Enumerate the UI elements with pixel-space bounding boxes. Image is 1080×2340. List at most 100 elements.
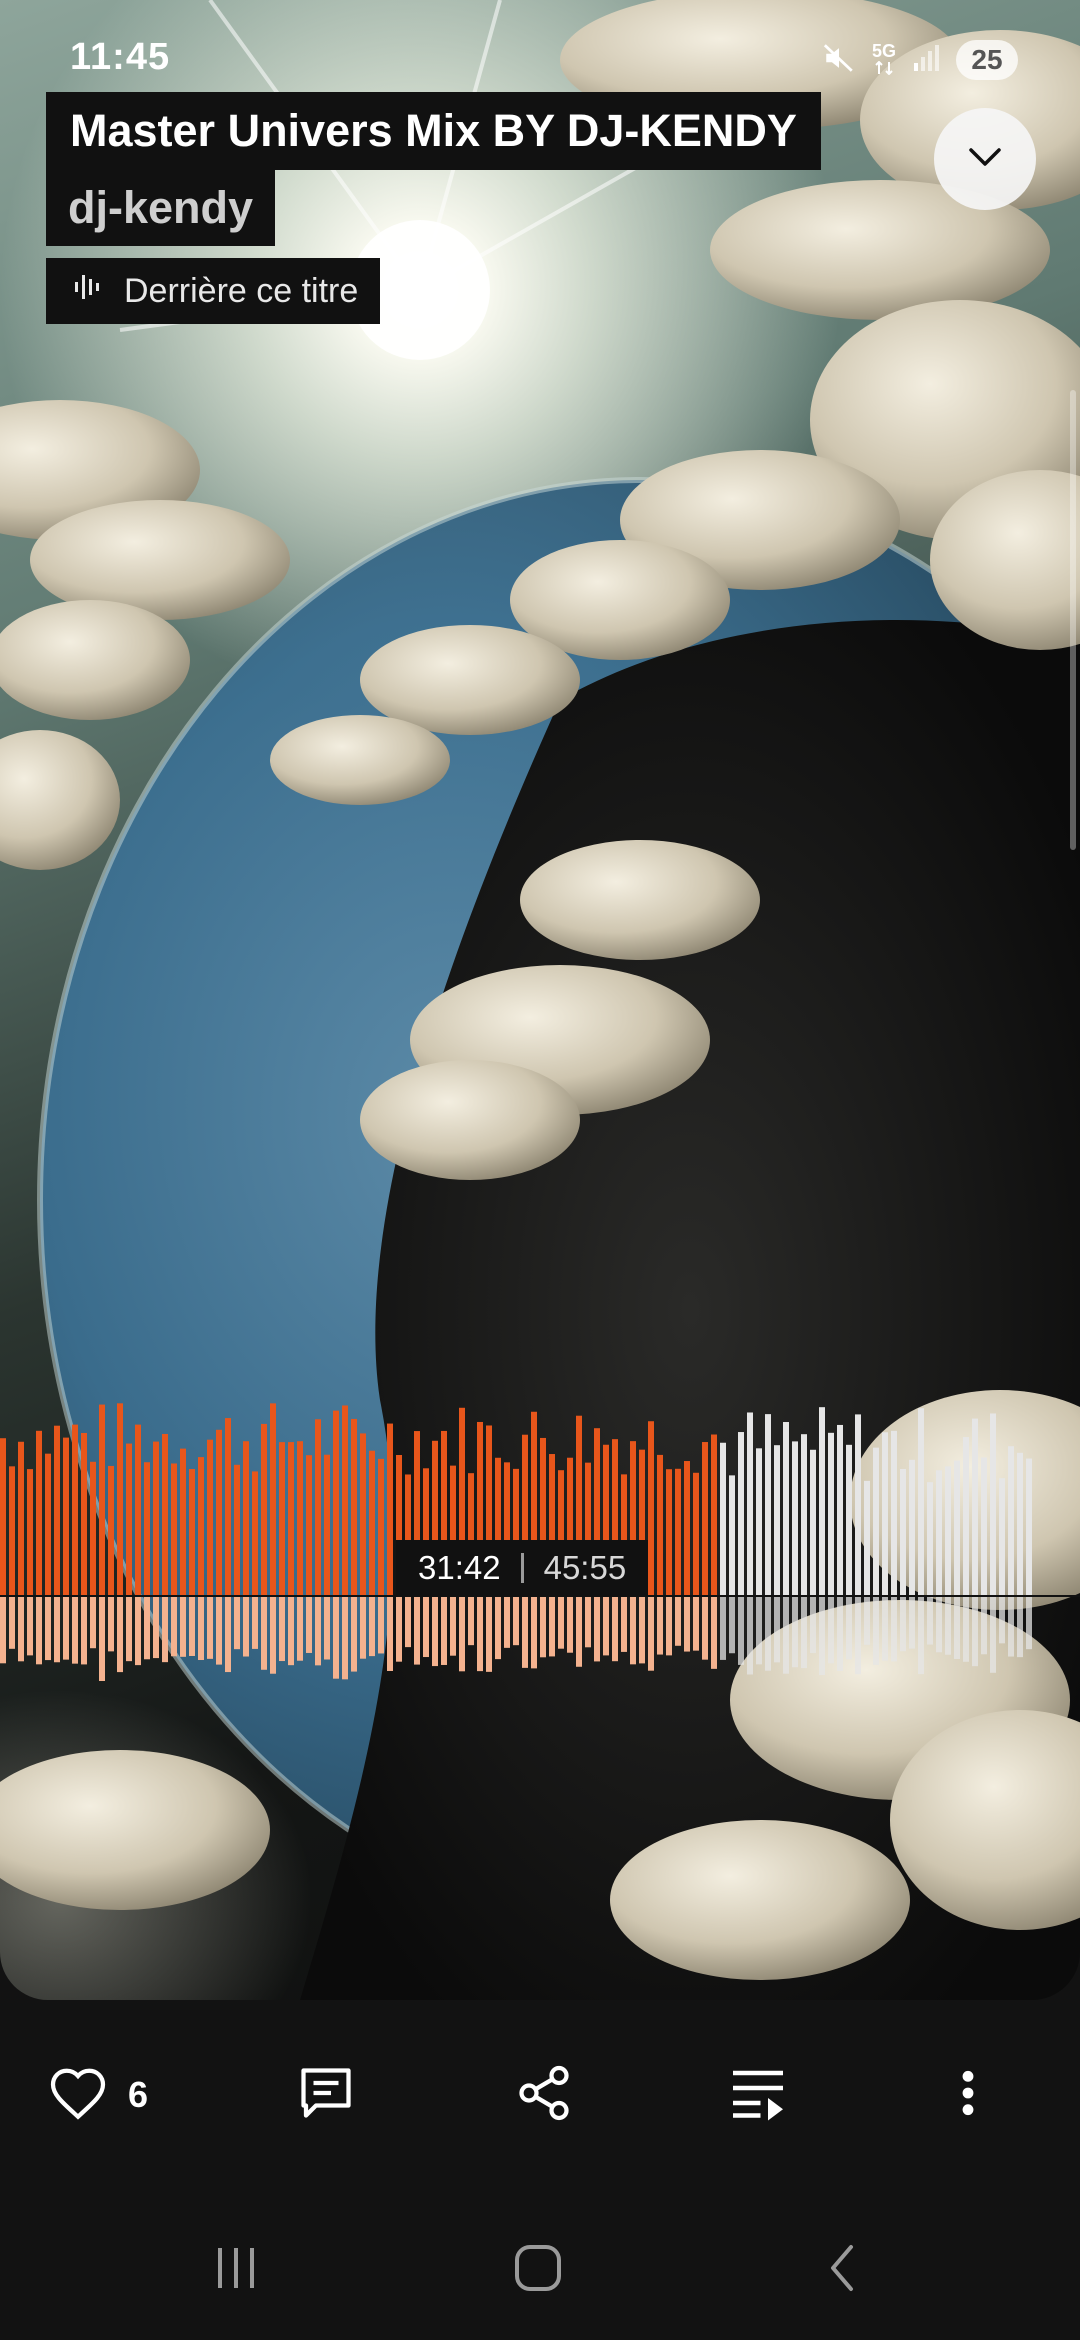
waveform-bar [108,1465,114,1595]
waveform-bar-reflection [558,1597,564,1649]
waveform-bar-reflection [72,1597,78,1664]
waveform-bar [648,1421,654,1595]
waveform-bar [846,1444,852,1595]
waveform-bar [54,1425,60,1595]
waveform-bar-reflection [540,1597,546,1658]
waveform-bar-reflection [261,1597,267,1670]
waveform-bar-reflection [279,1597,285,1662]
waveform-bar-reflection [918,1597,924,1675]
network-label: 5G [871,41,896,61]
home-button[interactable] [478,2220,598,2320]
waveform-bar-reflection [414,1597,420,1665]
waveform-bar-reflection [288,1597,294,1666]
queue-button[interactable] [708,2045,808,2145]
waveform-bar-reflection [306,1597,312,1653]
waveform-bar [747,1412,753,1595]
waveform-bar-reflection [900,1597,906,1652]
waveform-bar [378,1458,384,1595]
waveform-bar [135,1424,141,1595]
status-icons: 5G 25 [822,40,1018,80]
total-duration: 45:55 [543,1549,627,1586]
waveform-bar-reflection [801,1597,807,1669]
track-title: Master Univers Mix BY DJ-KENDY [46,92,821,170]
waveform-bar [909,1459,915,1595]
waveform-bar-reflection [738,1597,744,1665]
waveform-bar [675,1468,681,1595]
waveform-bar [288,1442,294,1595]
waveform-bar-reflection [117,1597,123,1673]
waveform-bar [144,1462,150,1595]
waveform-bar-reflection [216,1597,222,1665]
waveform-bar [306,1455,312,1595]
waveform-bar-reflection [180,1597,186,1657]
waveform-bar [657,1454,663,1595]
track-artist[interactable]: dj-kendy [46,170,276,246]
waveform-bar-reflection [1008,1597,1014,1657]
waveform-bar [81,1432,87,1595]
waveform-bar [972,1418,978,1595]
waveform-bar-reflection [774,1597,780,1663]
waveform-bar-reflection [1026,1597,1032,1650]
waveform-bar-reflection [765,1597,771,1671]
waveform-bar-reflection [81,1597,87,1665]
waveform-bar [180,1448,186,1595]
waveform-bar-reflection [252,1597,258,1649]
waveform-bar [360,1433,366,1595]
waveform-bar-reflection [666,1597,672,1656]
waveform-bar [387,1423,393,1595]
comment-button[interactable] [276,2045,376,2145]
waveform-bar-reflection [36,1597,42,1665]
waveform-bar [72,1424,78,1595]
waveform-bar-reflection [864,1597,870,1645]
queue-icon [728,2065,788,2126]
waveform-bar-reflection [594,1597,600,1662]
waveform-bar-reflection [486,1597,492,1672]
waveform-bar [63,1437,69,1595]
waveform-bar-reflection [639,1597,645,1664]
waveform-bar-reflection [45,1597,51,1661]
waveform-bar-reflection [333,1597,339,1679]
waveform-bar-reflection [810,1597,816,1654]
behind-track-button[interactable]: Derrière ce titre [46,258,381,324]
share-button[interactable] [494,2045,594,2145]
collapse-player-button[interactable] [934,108,1036,210]
waveform-bar-reflection [144,1597,150,1660]
waveform-bar-reflection [729,1597,735,1654]
waveform-bar [90,1461,96,1595]
waveform-bar [369,1450,375,1595]
waveform-bar [702,1442,708,1595]
waveform-bar-reflection [405,1597,411,1648]
waveform-bar [333,1410,339,1595]
waveform-bar [711,1434,717,1595]
waveform-bar [738,1432,744,1595]
waveform-bar [684,1461,690,1595]
waveform-bar [783,1422,789,1595]
waveform-bar-reflection [828,1597,834,1664]
waveform-bar-reflection [63,1597,69,1660]
back-button[interactable] [782,2220,902,2320]
waveform-bar-reflection [432,1597,438,1667]
waveform-bar [126,1443,132,1595]
waveform-bar [216,1429,222,1595]
waveform-bar-reflection [747,1597,753,1675]
waveform-bar [963,1437,969,1595]
recent-apps-icon [212,2246,260,2295]
waveform-bar-reflection [225,1597,231,1673]
waveform-bar-reflection [351,1597,357,1672]
waveform-bars-icon [72,270,106,313]
like-button[interactable]: 6 [48,2045,148,2145]
waveform-bar-reflection [990,1597,996,1673]
waveform-bar [918,1408,924,1595]
elapsed-time: 31:42 [418,1549,501,1586]
waveform-bar [99,1404,105,1595]
recent-apps-button[interactable] [176,2220,296,2320]
behind-track-label: Derrière ce titre [124,271,359,310]
more-options-button[interactable] [918,2045,1018,2145]
more-icon [958,2068,978,2123]
waveform-bar-reflection [684,1597,690,1652]
waveform-bar [864,1480,870,1595]
waveform-bar [270,1403,276,1595]
waveform-bar-reflection [189,1597,195,1656]
waveform-bar-reflection [891,1597,897,1662]
waveform-bar [936,1470,942,1595]
